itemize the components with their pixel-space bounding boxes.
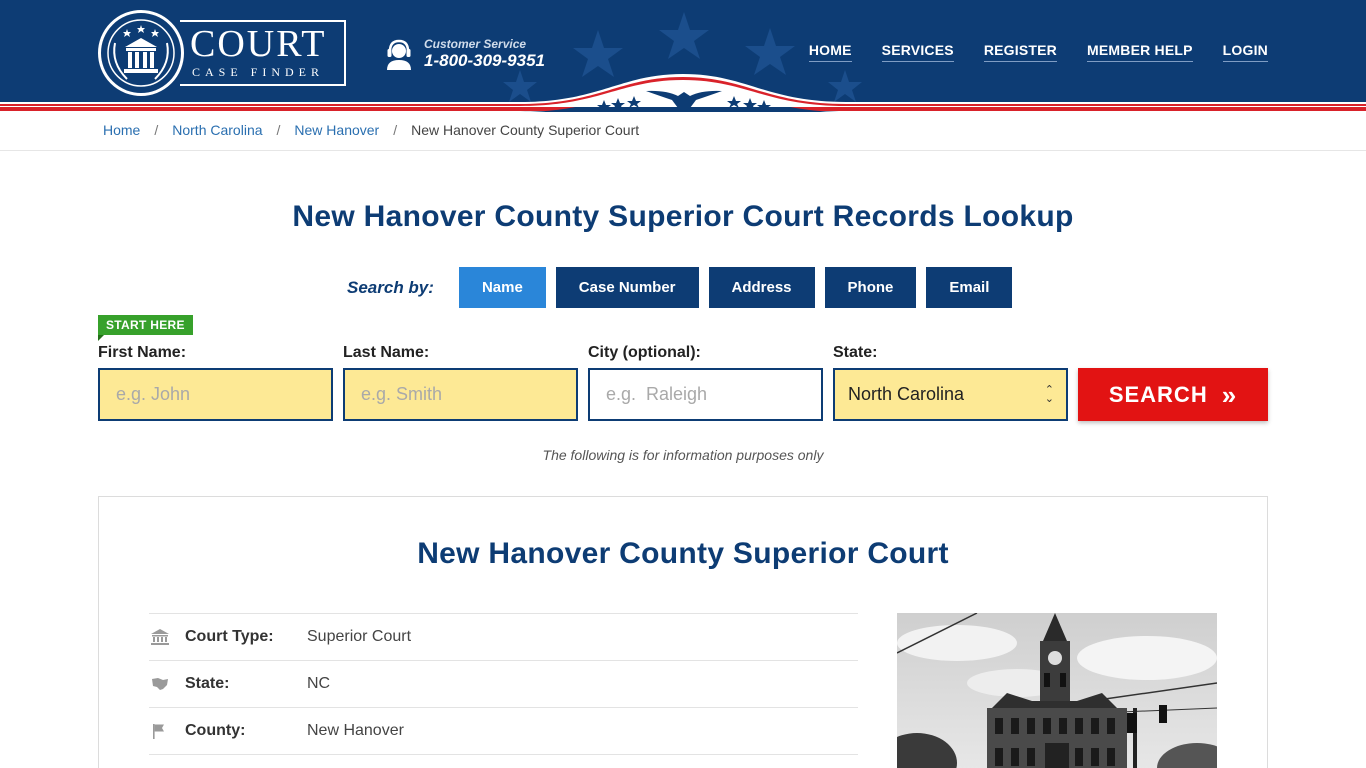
- tab-case-number[interactable]: Case Number: [555, 267, 699, 308]
- search-by-tabs: Search by: Name Case Number Address Phon…: [347, 267, 1022, 308]
- state-row: State: NC: [149, 660, 858, 707]
- state-value: NC: [307, 675, 331, 692]
- breadcrumb: Home / North Carolina / New Hanover / Ne…: [103, 122, 639, 138]
- last-name-group: Last Name:: [343, 344, 578, 421]
- nav-login[interactable]: LOGIN: [1222, 42, 1268, 62]
- nav-home[interactable]: HOME: [808, 42, 852, 62]
- tab-phone[interactable]: Phone: [824, 267, 917, 308]
- court-info-list: Court Type: Superior Court State: NC Cou…: [149, 613, 858, 768]
- logo-tagline: CASE FINDER: [192, 65, 325, 79]
- flag-icon: [149, 723, 185, 739]
- select-arrows-icon: ⌃ ⌄: [1044, 383, 1054, 405]
- breadcrumb-separator: /: [276, 122, 281, 138]
- first-name-input[interactable]: [98, 368, 333, 421]
- courthouse-icon: [149, 629, 185, 645]
- nav-services[interactable]: SERVICES: [881, 42, 954, 62]
- county-label: County:: [185, 722, 246, 739]
- state-select-value: North Carolina: [848, 384, 965, 404]
- search-button-label: SEARCH: [1108, 381, 1208, 407]
- tab-name[interactable]: Name: [458, 267, 546, 308]
- logo-wordmark: COURT: [190, 23, 327, 65]
- eagle-icon: [597, 90, 771, 112]
- county-value: New Hanover: [307, 722, 404, 739]
- disclaimer: The following is for information purpose…: [542, 447, 824, 463]
- court-type-label: Court Type:: [185, 628, 274, 645]
- headset-icon: [387, 39, 411, 70]
- main-nav: HOME SERVICES REGISTER MEMBER HELP LOGIN: [808, 42, 1268, 62]
- last-name-label: Last Name:: [343, 344, 430, 361]
- nav-member-help[interactable]: MEMBER HELP: [1087, 42, 1193, 62]
- first-name-group: First Name:: [98, 344, 333, 421]
- start-here-badge: START HERE: [98, 315, 193, 341]
- state-select[interactable]: North Carolina ⌃ ⌄: [833, 368, 1068, 421]
- breadcrumb-current: New Hanover County Superior Court: [411, 122, 640, 138]
- court-details-card: New Hanover County Superior Court Court …: [98, 496, 1268, 768]
- breadcrumb-state[interactable]: North Carolina: [172, 122, 262, 138]
- city-input[interactable]: [588, 368, 823, 421]
- courthouse-seal-icon: [98, 10, 184, 96]
- map-icon: [149, 677, 185, 691]
- site-header: COURT CASE FINDER Customer Service 1-800…: [0, 0, 1366, 112]
- tab-address[interactable]: Address: [708, 267, 815, 308]
- courthouse-photo: [897, 613, 1217, 768]
- tab-email[interactable]: Email: [926, 267, 1013, 308]
- state-group: State: North Carolina ⌃ ⌄: [833, 344, 1068, 421]
- county-row: County: New Hanover: [149, 707, 858, 754]
- search-by-label: Search by:: [347, 277, 434, 297]
- state-label-text: State:: [185, 675, 230, 692]
- customer-service-phone[interactable]: 1-800-309-9351: [424, 51, 545, 71]
- breadcrumb-divider: [0, 150, 1366, 151]
- breadcrumb-separator: /: [393, 122, 398, 138]
- search-button[interactable]: SEARCH »: [1078, 368, 1268, 421]
- nav-register[interactable]: REGISTER: [983, 42, 1057, 62]
- city-label: City (optional):: [588, 344, 701, 361]
- breadcrumb-home[interactable]: Home: [103, 122, 140, 138]
- court-title: New Hanover County Superior Court: [417, 537, 949, 570]
- city-group: City (optional):: [588, 344, 823, 421]
- last-name-input[interactable]: [343, 368, 578, 421]
- court-type-value: Superior Court: [307, 628, 412, 645]
- breadcrumb-county[interactable]: New Hanover: [294, 122, 379, 138]
- info-divider: [149, 754, 858, 768]
- page-title: New Hanover County Superior Court Record…: [292, 200, 1074, 233]
- state-label: State:: [833, 344, 878, 361]
- court-type-row: Court Type: Superior Court: [149, 613, 858, 660]
- site-logo[interactable]: COURT CASE FINDER: [98, 10, 348, 96]
- first-name-label: First Name:: [98, 344, 187, 361]
- breadcrumb-separator: /: [154, 122, 159, 138]
- customer-service-label: Customer Service: [424, 37, 527, 51]
- double-chevron-right-icon: »: [1221, 379, 1238, 410]
